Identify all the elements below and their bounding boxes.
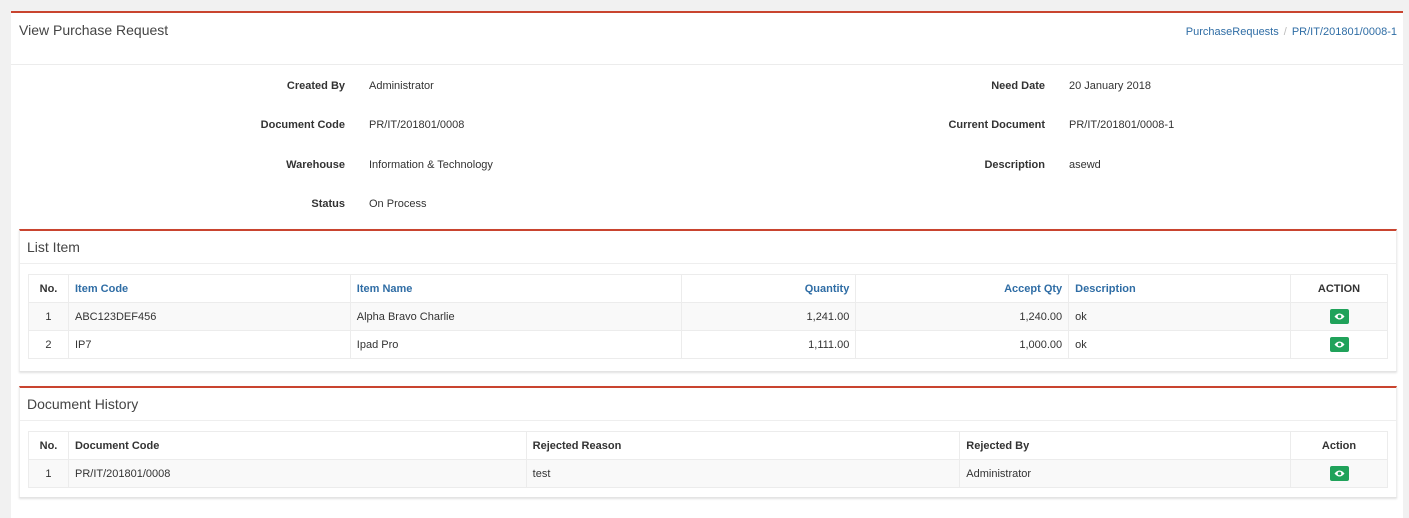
- cell-item-code: IP7: [67, 330, 351, 359]
- col-rejected-by: Rejected By: [959, 431, 1292, 460]
- view-item-button[interactable]: [1329, 309, 1349, 324]
- col-description[interactable]: Description: [1068, 274, 1291, 303]
- document-history-panel: Document History No. Document Code Rejec…: [19, 386, 1397, 498]
- cell-accept-qty: 1,240.00: [855, 302, 1070, 331]
- breadcrumb-purchase-requests[interactable]: PurchaseRequests: [1186, 26, 1279, 38]
- status-label: Status: [311, 198, 345, 210]
- col-action: ACTION: [1290, 274, 1388, 303]
- description-label: Description: [984, 159, 1045, 171]
- col-quantity[interactable]: Quantity: [681, 274, 857, 303]
- request-info: Created By Administrator Document Code P…: [11, 65, 1403, 230]
- created-by-value: Administrator: [369, 80, 434, 92]
- table-row: 1 PR/IT/201801/0008 test Administrator: [28, 459, 1388, 488]
- need-date-label: Need Date: [991, 80, 1045, 92]
- document-code-value: PR/IT/201801/0008: [369, 119, 465, 131]
- cell-quantity: 1,241.00: [681, 302, 857, 331]
- cell-item-code: ABC123DEF456: [67, 302, 351, 331]
- cell-quantity: 1,111.00: [681, 330, 857, 359]
- cell-action: [1290, 330, 1388, 359]
- cell-action: [1290, 459, 1388, 488]
- col-accept-qty[interactable]: Accept Qty: [855, 274, 1070, 303]
- cell-item-name: Ipad Pro: [349, 330, 683, 359]
- list-item-table: No. Item Code Item Name Quantity Accept …: [28, 274, 1388, 359]
- breadcrumb: PurchaseRequests / PR/IT/201801/0008-1: [1186, 26, 1397, 38]
- cell-description: ok: [1068, 302, 1291, 331]
- status-value: On Process: [369, 198, 427, 210]
- list-item-panel: List Item No. Item Code Item Name Quanti…: [19, 229, 1397, 372]
- page-title: View Purchase Request: [19, 22, 169, 38]
- col-rejected-reason: Rejected Reason: [525, 431, 961, 460]
- table-row: 1 ABC123DEF456 Alpha Bravo Charlie 1,241…: [28, 302, 1388, 331]
- current-document-value: PR/IT/201801/0008-1: [1069, 119, 1175, 131]
- col-item-name[interactable]: Item Name: [349, 274, 683, 303]
- eye-icon: [1334, 341, 1344, 348]
- table-header-row: No. Item Code Item Name Quantity Accept …: [28, 274, 1388, 303]
- cell-no: 2: [28, 330, 69, 359]
- main-panel: View Purchase Request PurchaseRequests / P…: [11, 11, 1403, 518]
- table-header-row: No. Document Code Rejected Reason Reject…: [28, 431, 1388, 460]
- col-action: Action: [1290, 431, 1388, 460]
- table-row: 2 IP7 Ipad Pro 1,111.00 1,000.00 ok: [28, 330, 1388, 359]
- eye-icon: [1334, 313, 1344, 320]
- cell-action: [1290, 302, 1388, 331]
- breadcrumb-current-document[interactable]: PR/IT/201801/0008-1: [1292, 26, 1397, 38]
- cell-item-name: Alpha Bravo Charlie: [349, 302, 683, 331]
- created-by-label: Created By: [286, 80, 345, 92]
- document-history-table: No. Document Code Rejected Reason Reject…: [28, 431, 1388, 488]
- warehouse-label: Warehouse: [286, 159, 345, 171]
- col-document-code: Document Code: [67, 431, 527, 460]
- view-item-button[interactable]: [1329, 337, 1349, 352]
- list-item-title: List Item: [20, 231, 1396, 264]
- document-history-title: Document History: [20, 388, 1396, 421]
- cell-rejected-reason: test: [525, 459, 961, 488]
- need-date-value: 20 January 2018: [1069, 80, 1151, 92]
- panel-header: View Purchase Request PurchaseRequests / P…: [11, 13, 1403, 65]
- cell-accept-qty: 1,000.00: [855, 330, 1070, 359]
- document-code-label: Document Code: [260, 119, 345, 131]
- view-history-button[interactable]: [1329, 466, 1349, 481]
- eye-icon: [1334, 470, 1344, 477]
- cell-no: 1: [28, 302, 69, 331]
- cell-rejected-by: Administrator: [959, 459, 1292, 488]
- cell-document-code: PR/IT/201801/0008: [67, 459, 527, 488]
- col-no: No.: [28, 431, 69, 460]
- warehouse-value: Information & Technology: [369, 159, 493, 171]
- col-item-code[interactable]: Item Code: [67, 274, 351, 303]
- description-value: asewd: [1069, 159, 1101, 171]
- breadcrumb-separator: /: [1283, 26, 1287, 38]
- current-document-label: Current Document: [948, 119, 1045, 131]
- col-no: No.: [28, 274, 69, 303]
- cell-description: ok: [1068, 330, 1291, 359]
- cell-no: 1: [28, 459, 69, 488]
